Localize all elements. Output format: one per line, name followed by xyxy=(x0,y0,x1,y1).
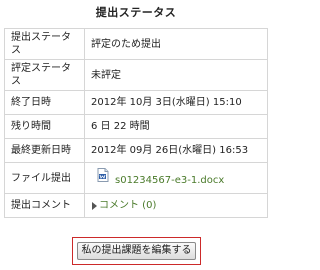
table-row: 終了日時 2012年 10月 3日(水曜日) 15:10 xyxy=(4,90,268,115)
row-label-submission-comments: 提出コメント xyxy=(4,193,85,218)
table-row: 評定ステータス 未評定 xyxy=(4,59,268,91)
row-label-last-modified: 最終更新日時 xyxy=(4,138,85,163)
row-label-due-date: 終了日時 xyxy=(4,90,85,115)
comments-link[interactable]: コメント (0) xyxy=(99,199,156,212)
row-value-last-modified: 2012年 09月 26日(水曜日) 16:53 xyxy=(84,138,268,163)
row-value-grading-status: 未評定 xyxy=(84,59,268,91)
edit-submission-button[interactable]: 私の提出課題を編集する xyxy=(77,242,196,260)
edit-button-highlight-frame: 私の提出課題を編集する xyxy=(72,237,201,265)
page-title: 提出ステータス xyxy=(95,6,177,19)
row-label-submission-status: 提出ステータス xyxy=(4,28,85,60)
row-label-grading-status: 評定ステータス xyxy=(4,59,85,91)
table-row: 提出ステータス 評定のため提出 xyxy=(4,28,268,60)
row-value-file-submissions: s01234567-e3-1.docx xyxy=(84,162,268,194)
submission-status-table: 提出ステータス 評定のため提出 評定ステータス 未評定 終了日時 2012年 1… xyxy=(4,28,268,218)
row-value-due-date: 2012年 10月 3日(水曜日) 15:10 xyxy=(84,90,268,115)
comment-toggle[interactable]: コメント (0) xyxy=(91,199,261,212)
row-value-submission-comments: コメント (0) xyxy=(84,193,268,218)
table-row: 提出コメント コメント (0) xyxy=(4,193,268,218)
row-label-time-remaining: 残り時間 xyxy=(4,114,85,139)
row-label-file-submissions: ファイル提出 xyxy=(4,162,85,194)
triangle-right-icon xyxy=(92,201,97,210)
table-row: 残り時間 6 日 22 時間 xyxy=(4,114,268,139)
row-value-submission-status: 評定のため提出 xyxy=(84,28,268,60)
row-value-time-remaining: 6 日 22 時間 xyxy=(84,114,268,139)
submitted-file-link[interactable]: s01234567-e3-1.docx xyxy=(115,174,224,187)
file-entry: s01234567-e3-1.docx xyxy=(91,168,261,187)
table-row: ファイル提出 s01234567-e3-1.docx xyxy=(4,162,268,194)
word-document-icon xyxy=(97,168,109,182)
table-row: 最終更新日時 2012年 09月 26日(水曜日) 16:53 xyxy=(4,138,268,163)
